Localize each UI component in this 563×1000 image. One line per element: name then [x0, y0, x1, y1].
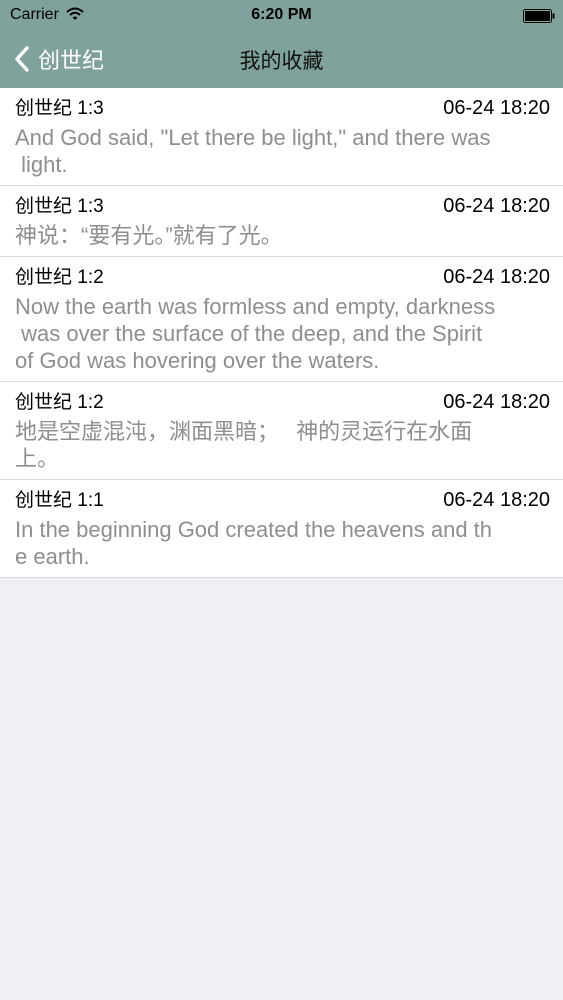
verse-reference: 创世纪 1:2	[15, 267, 104, 288]
verse-text: And God said, "Let there be light," and …	[15, 125, 491, 177]
verse-text: 神说：“要有光。”就有了光。	[15, 223, 283, 248]
favorite-item[interactable]: 创世纪 1:2 06-24 18:20 Now the earth was fo…	[0, 257, 563, 382]
verse-reference: 创世纪 1:3	[15, 98, 104, 119]
saved-time: 06-24 18:20	[443, 489, 550, 511]
saved-time: 06-24 18:20	[443, 391, 550, 413]
favorite-item-header: 创世纪 1:3 06-24 18:20	[15, 193, 550, 219]
favorite-item[interactable]: 创世纪 1:2 06-24 18:20 地是空虚混沌，渊面黑暗； 神的灵运行在水…	[0, 382, 563, 480]
verse-text: Now the earth was formless and empty, da…	[15, 294, 496, 373]
favorites-list: 创世纪 1:3 06-24 18:20 And God said, "Let t…	[0, 88, 563, 578]
favorite-item-header: 创世纪 1:1 06-24 18:20	[15, 487, 550, 513]
favorite-item-header: 创世纪 1:2 06-24 18:20	[15, 389, 550, 415]
navigation-bar: 创世纪 我的收藏	[0, 30, 563, 88]
screen: Carrier 6:20 PM 创世纪 我的收藏 创世纪 1:3 06-24 1…	[0, 0, 563, 1000]
favorite-item[interactable]: 创世纪 1:1 06-24 18:20 In the beginning God…	[0, 480, 563, 578]
page-title: 我的收藏	[239, 50, 324, 73]
favorite-item[interactable]: 创世纪 1:3 06-24 18:20 神说：“要有光。”就有了光。	[0, 186, 563, 257]
saved-time: 06-24 18:20	[443, 195, 550, 217]
verse-reference: 创世纪 1:2	[15, 392, 104, 413]
favorite-item-header: 创世纪 1:3 06-24 18:20	[15, 95, 550, 121]
favorite-item-header: 创世纪 1:2 06-24 18:20	[15, 264, 550, 290]
status-bar: Carrier 6:20 PM	[0, 0, 563, 30]
verse-text: 地是空虚混沌，渊面黑暗； 神的灵运行在水面 上。	[15, 419, 473, 471]
saved-time: 06-24 18:20	[443, 97, 550, 119]
status-time: 6:20 PM	[251, 6, 312, 23]
saved-time: 06-24 18:20	[443, 266, 550, 288]
verse-reference: 创世纪 1:1	[15, 490, 104, 511]
verse-reference: 创世纪 1:3	[15, 196, 104, 217]
favorite-item[interactable]: 创世纪 1:3 06-24 18:20 And God said, "Let t…	[0, 88, 563, 186]
battery-icon	[523, 9, 555, 23]
verse-text: In the beginning God created the heavens…	[15, 517, 493, 569]
